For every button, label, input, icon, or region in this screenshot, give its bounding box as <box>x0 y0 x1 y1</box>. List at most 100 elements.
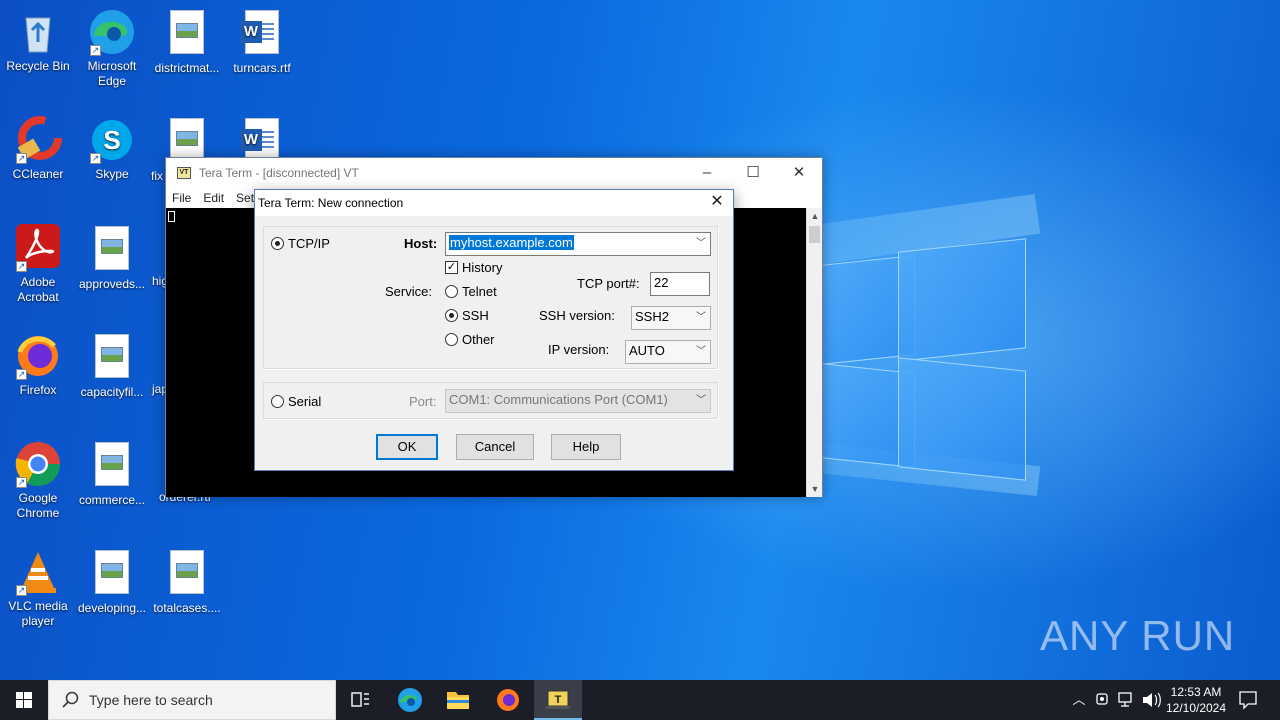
port-select[interactable]: COM1: Communications Port (COM1) ﹀ <box>445 389 711 413</box>
tcp-port-input[interactable]: 22 <box>650 272 710 296</box>
host-combobox[interactable]: myhost.example.com ﹀ <box>445 232 711 256</box>
desktop-icon-label: Microsoft Edge <box>87 59 137 88</box>
start-button[interactable] <box>0 680 48 720</box>
service-label: Service: <box>385 284 432 299</box>
skype-icon: S ↗ <box>88 116 136 164</box>
desktop-icon-file[interactable]: capacityfil... <box>74 332 150 400</box>
desktop-icon-label: totalcases.... <box>153 601 221 615</box>
desktop-icon-file[interactable]: totalcases.... <box>149 548 225 616</box>
history-checkbox[interactable]: ✓ <box>445 261 458 274</box>
scroll-down-icon[interactable]: ▼ <box>807 481 823 497</box>
task-view-icon <box>351 692 369 707</box>
taskbar-teraterm[interactable]: T <box>534 680 582 720</box>
desktop-icon-label: Adobe Acrobat <box>17 275 59 304</box>
desktop-icon-label: developing... <box>77 601 147 615</box>
edge-icon <box>398 688 422 712</box>
other-radio[interactable] <box>445 333 458 346</box>
ssh-version-select[interactable]: SSH2 ﹀ <box>631 306 711 330</box>
firefox-icon: ↗ <box>14 332 62 380</box>
desktop-icon-label: VLC media player <box>8 599 68 628</box>
tray-volume-icon[interactable] <box>1140 680 1162 720</box>
desktop-icon-label: capacityfil... <box>80 385 144 399</box>
desktop-icon-skype[interactable]: S ↗ Skype <box>74 116 150 182</box>
serial-radio[interactable] <box>271 395 284 408</box>
terminal-cursor <box>168 211 175 222</box>
tray-clock[interactable]: 12:53 AM 12/10/2024 <box>1164 680 1228 720</box>
cancel-button[interactable]: Cancel <box>456 434 534 460</box>
tcp-port-label: TCP port#: <box>577 276 640 291</box>
desktop-icon-word-file[interactable]: W turncars.rtf <box>224 8 300 76</box>
dialog-close-icon[interactable]: ✕ <box>707 192 727 212</box>
desktop-icon-google-chrome[interactable]: ↗ Google Chrome <box>0 440 76 521</box>
taskbar-edge[interactable] <box>386 680 434 720</box>
taskbar-file-explorer[interactable] <box>434 680 482 720</box>
chevron-down-icon[interactable]: ﹀ <box>696 341 706 363</box>
tray-chevron-up-icon[interactable]: ︿ <box>1068 680 1090 720</box>
desktop-icon-firefox[interactable]: ↗ Firefox <box>0 332 76 398</box>
image-file-icon <box>88 442 136 490</box>
desktop-icon-microsoft-edge[interactable]: ↗ Microsoft Edge <box>74 8 150 89</box>
desktop-icon-recycle-bin[interactable]: Recycle Bin <box>0 8 76 74</box>
desktop-icon-label: Skype <box>95 167 129 181</box>
menu-edit[interactable]: Edit <box>197 191 230 205</box>
terminal-scrollbar[interactable]: ▲ ▼ <box>806 208 822 497</box>
task-view-button[interactable] <box>336 680 384 720</box>
desktop-icon-label: Recycle Bin <box>6 59 70 73</box>
chevron-down-icon[interactable]: ﹀ <box>696 390 706 412</box>
tray-network-icon[interactable] <box>1116 680 1138 720</box>
dialog-titlebar[interactable]: Tera Term: New connection ✕ <box>255 190 733 216</box>
desktop-icon-label: CCleaner <box>12 167 64 181</box>
notification-icon <box>1239 691 1257 710</box>
telnet-radio[interactable] <box>445 285 458 298</box>
image-file-icon <box>88 550 136 598</box>
desktop-icon-file[interactable]: commerce... <box>74 440 150 508</box>
desktop-icon-label: Firefox <box>19 383 57 397</box>
image-file-icon <box>163 10 211 58</box>
desktop-icon-vlc[interactable]: ↗ VLC media player <box>0 548 76 629</box>
minimize-button[interactable]: – <box>684 158 730 188</box>
shortcut-arrow-icon: ↗ <box>90 153 101 164</box>
shortcut-arrow-icon: ↗ <box>90 45 101 56</box>
taskbar: Type here to search T ︿ 12:53 AM 12/10/2… <box>0 680 1280 720</box>
teraterm-titlebar[interactable]: VT Tera Term - [disconnected] VT – ☐ ✕ <box>166 158 822 188</box>
help-button[interactable]: Help <box>551 434 621 460</box>
desktop-icon-label: approveds... <box>78 277 146 291</box>
scroll-thumb[interactable] <box>809 226 820 243</box>
scroll-up-icon[interactable]: ▲ <box>807 208 823 224</box>
action-center-button[interactable] <box>1234 680 1262 720</box>
taskbar-search-box[interactable]: Type here to search <box>48 680 336 720</box>
shortcut-arrow-icon: ↗ <box>16 153 27 164</box>
ssh-radio[interactable] <box>445 309 458 322</box>
svg-text:T: T <box>555 694 562 706</box>
windows-start-icon <box>16 692 32 708</box>
desktop-icon-ccleaner[interactable]: ↗ CCleaner <box>0 116 76 182</box>
chevron-down-icon[interactable]: ﹀ <box>696 307 706 329</box>
tcpip-radio[interactable] <box>271 237 284 250</box>
new-connection-dialog[interactable]: Tera Term: New connection ✕ TCP/IP Host:… <box>254 189 734 471</box>
ssh-version-label: SSH version: <box>539 308 615 323</box>
desktop-icon-file[interactable]: developing... <box>74 548 150 616</box>
search-placeholder: Type here to search <box>89 692 213 708</box>
chevron-down-icon[interactable]: ﹀ <box>696 233 706 255</box>
menu-file[interactable]: File <box>166 191 197 205</box>
maximize-button[interactable]: ☐ <box>730 158 776 188</box>
desktop-icon-file[interactable]: approveds... <box>74 224 150 292</box>
image-file-icon <box>88 334 136 382</box>
port-label: Port: <box>409 394 437 409</box>
teraterm-title: Tera Term - [disconnected] VT <box>199 166 359 180</box>
ip-version-select[interactable]: AUTO ﹀ <box>625 340 711 364</box>
folder-icon <box>447 692 469 709</box>
ssh-version-value: SSH2 <box>635 309 669 324</box>
desktop-icon-file[interactable]: districtmat... <box>149 8 225 76</box>
ok-button[interactable]: OK <box>376 434 438 460</box>
dialog-title: Tera Term: New connection <box>258 196 404 210</box>
tray-meet-icon[interactable] <box>1092 680 1114 720</box>
search-icon <box>62 691 79 708</box>
shortcut-arrow-icon: ↗ <box>16 585 27 596</box>
taskbar-firefox[interactable] <box>484 680 532 720</box>
other-label: Other <box>462 332 495 347</box>
desktop-icon-adobe-acrobat[interactable]: ↗ Adobe Acrobat <box>0 224 76 305</box>
word-document-icon: W <box>238 10 286 58</box>
close-button[interactable]: ✕ <box>776 158 822 188</box>
ip-version-value: AUTO <box>629 343 665 358</box>
